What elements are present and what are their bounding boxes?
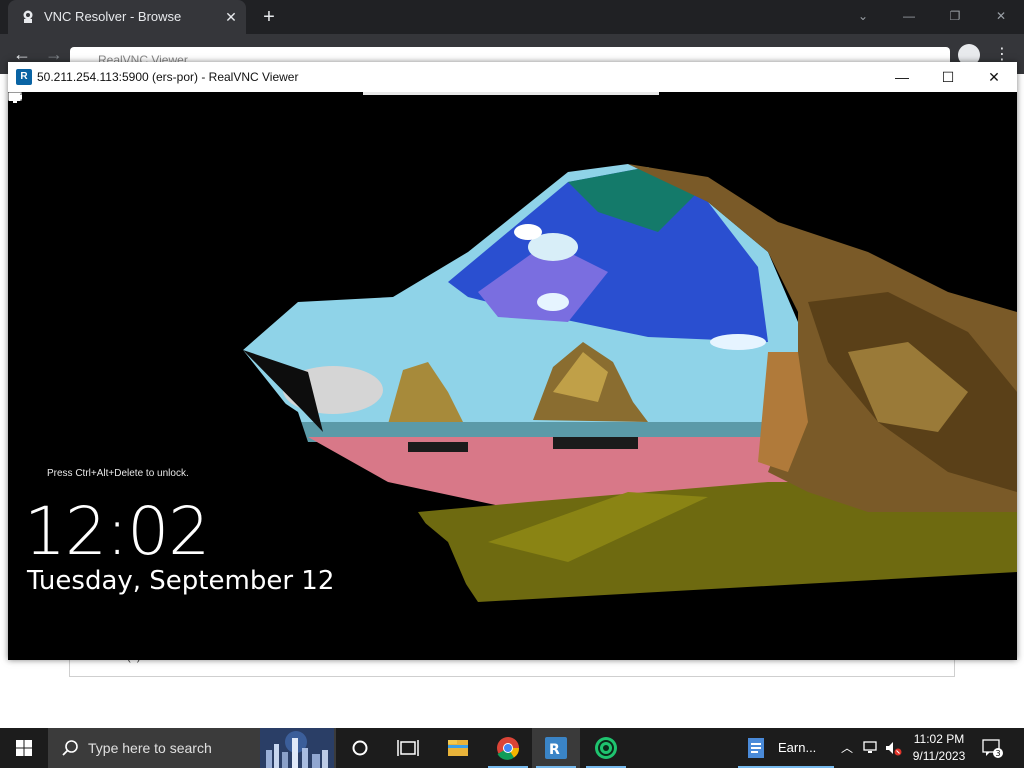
green-app-taskbar-button[interactable] bbox=[582, 728, 630, 768]
browser-tabstrip: VNC Resolver - Browse ✕ + ⌄ — ❐ ✕ bbox=[0, 0, 1024, 34]
vnc-titlebar[interactable]: R 50.211.254.113:5900 (ers-por) - RealVN… bbox=[8, 62, 1017, 92]
tab-close-icon[interactable]: ✕ bbox=[222, 8, 240, 26]
browser-close-button[interactable]: ✕ bbox=[978, 4, 1024, 28]
lock-screen-time: 12:02 bbox=[24, 493, 210, 570]
document-icon bbox=[748, 738, 764, 758]
svg-text:R: R bbox=[549, 742, 560, 758]
realvnc-icon: R bbox=[545, 737, 567, 759]
realvnc-logo-icon: R bbox=[16, 69, 32, 85]
vnc-viewer-window: R 50.211.254.113:5900 (ers-por) - RealVN… bbox=[8, 62, 1017, 660]
browser-restore-button[interactable]: ❐ bbox=[932, 4, 978, 28]
notification-icon: 3 bbox=[982, 739, 1003, 758]
green-app-icon bbox=[595, 737, 617, 759]
chrome-taskbar-button[interactable] bbox=[484, 728, 532, 768]
vnc-toolbar-hint-strip bbox=[363, 92, 659, 95]
cortana-button[interactable] bbox=[336, 728, 384, 768]
tab-title: VNC Resolver - Browse bbox=[44, 9, 182, 24]
vnc-minimize-button[interactable]: — bbox=[879, 64, 925, 90]
vnc-window-title: 50.211.254.113:5900 (ers-por) - RealVNC … bbox=[37, 70, 299, 84]
windows-start-icon bbox=[16, 740, 32, 756]
chrome-icon bbox=[497, 737, 520, 760]
taskbar-search-box[interactable]: Type here to search bbox=[48, 728, 336, 768]
browser-tab[interactable]: VNC Resolver - Browse ✕ bbox=[8, 0, 246, 34]
lock-screen-date: Tuesday, September 12 bbox=[27, 566, 335, 596]
notification-count: 3 bbox=[996, 749, 1001, 758]
tab-search-dropdown-icon[interactable]: ⌄ bbox=[840, 4, 886, 28]
search-placeholder: Type here to search bbox=[88, 740, 212, 756]
browser-minimize-button[interactable]: — bbox=[886, 4, 932, 28]
new-tab-button[interactable]: + bbox=[258, 6, 280, 28]
task-view-button[interactable] bbox=[384, 728, 432, 768]
vnc-maximize-button[interactable]: ☐ bbox=[925, 64, 971, 90]
remote-desktop-screen[interactable]: Press Ctrl+Alt+Delete to unlock. 12:02 T… bbox=[8, 92, 1017, 660]
cortana-icon bbox=[352, 740, 368, 756]
accessibility-icon[interactable] bbox=[8, 92, 22, 102]
vnc-resolver-favicon-icon bbox=[23, 10, 33, 23]
network-tray-icon[interactable] bbox=[862, 739, 880, 757]
search-icon bbox=[62, 740, 78, 756]
volume-muted-icon[interactable] bbox=[884, 739, 902, 757]
windows-taskbar: Type here to search R Earn... ︿ 11:02 PM… bbox=[0, 728, 1024, 768]
vnc-close-button[interactable]: ✕ bbox=[971, 64, 1017, 90]
start-button[interactable] bbox=[0, 728, 48, 768]
unlock-hint-text: Press Ctrl+Alt+Delete to unlock. bbox=[47, 468, 189, 479]
search-highlight-city-icon bbox=[260, 728, 334, 768]
realvnc-taskbar-button[interactable]: R bbox=[532, 728, 580, 768]
task-view-icon bbox=[397, 740, 419, 756]
clock-date: 9/11/2023 bbox=[912, 749, 966, 763]
file-explorer-icon bbox=[448, 740, 468, 756]
taskbar-clock[interactable]: 11:02 PM 9/11/2023 bbox=[906, 731, 972, 765]
action-center-button[interactable]: 3 bbox=[982, 738, 1004, 758]
document-app-label: Earn... bbox=[778, 740, 817, 755]
chevron-up-icon[interactable]: ︿ bbox=[838, 739, 856, 757]
clock-time: 11:02 PM bbox=[913, 732, 965, 746]
file-explorer-button[interactable] bbox=[434, 728, 482, 768]
